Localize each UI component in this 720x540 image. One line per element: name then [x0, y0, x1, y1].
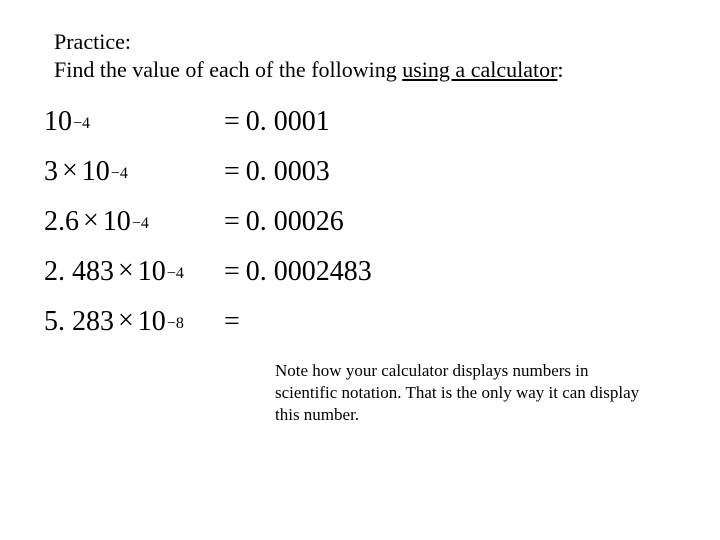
lhs: 2. 483×10−4 — [44, 258, 224, 286]
header: Practice: Find the value of each of the … — [54, 28, 564, 84]
equals: = — [224, 108, 240, 136]
value: 0. 0002483 — [246, 258, 372, 286]
exponent: −4 — [73, 116, 90, 132]
math-block: 10−4 = 0. 0001 3×10−4 = 0. 0003 2.6×10−4… — [44, 108, 372, 358]
value: 0. 0001 — [246, 108, 330, 136]
math-row: 5. 283×10−8 = — [44, 308, 372, 358]
math-row: 2. 483×10−4 = 0. 0002483 — [44, 258, 372, 308]
base: 10 — [44, 108, 72, 136]
exponent: −4 — [132, 216, 149, 232]
header-line-1: Practice: — [54, 28, 564, 56]
rhs: = 0. 00026 — [224, 208, 344, 236]
times-icon: × — [62, 157, 78, 185]
times-icon: × — [83, 207, 99, 235]
rhs: = 0. 0001 — [224, 108, 330, 136]
base: 10 — [82, 158, 110, 186]
coef: 2.6 — [44, 208, 79, 236]
rhs: = 0. 0002483 — [224, 258, 372, 286]
exponent: −4 — [111, 166, 128, 182]
lhs: 2.6×10−4 — [44, 208, 224, 236]
header-line-2c: : — [557, 57, 563, 82]
exponent: −4 — [167, 266, 184, 282]
rhs: = — [224, 308, 246, 336]
value: 0. 00026 — [246, 208, 344, 236]
base: 10 — [103, 208, 131, 236]
equals: = — [224, 208, 240, 236]
times-icon: × — [118, 307, 134, 335]
lhs: 5. 283×10−8 — [44, 308, 224, 336]
header-line-2: Find the value of each of the following … — [54, 56, 564, 84]
value: 0. 0003 — [246, 158, 330, 186]
note-text: Note how your calculator displays number… — [275, 360, 645, 425]
lhs: 3×10−4 — [44, 158, 224, 186]
base: 10 — [138, 258, 166, 286]
equals: = — [224, 258, 240, 286]
header-line-2a: Find the value of each of the following — [54, 57, 402, 82]
header-line-2b: using a calculator — [402, 57, 557, 82]
coef: 3 — [44, 158, 58, 186]
rhs: = 0. 0003 — [224, 158, 330, 186]
lhs: 10−4 — [44, 108, 224, 136]
times-icon: × — [118, 257, 134, 285]
math-row: 10−4 = 0. 0001 — [44, 108, 372, 158]
equals: = — [224, 308, 240, 336]
base: 10 — [138, 308, 166, 336]
exponent: −8 — [167, 316, 184, 332]
equals: = — [224, 158, 240, 186]
coef: 5. 283 — [44, 308, 114, 336]
math-row: 3×10−4 = 0. 0003 — [44, 158, 372, 208]
math-row: 2.6×10−4 = 0. 00026 — [44, 208, 372, 258]
coef: 2. 483 — [44, 258, 114, 286]
